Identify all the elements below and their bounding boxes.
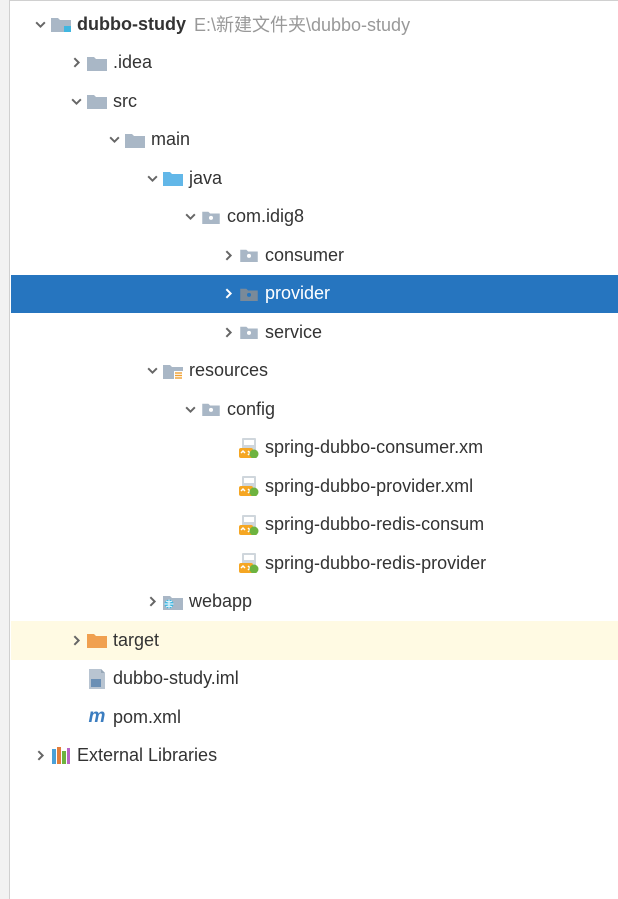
tree-label: spring-dubbo-redis-provider xyxy=(265,553,486,574)
chevron-right-icon[interactable] xyxy=(67,631,85,649)
tree-node-root[interactable]: dubbo-study E:\新建文件夹\dubbo-study xyxy=(11,5,618,44)
spring-config-icon xyxy=(239,515,259,535)
folder-icon xyxy=(87,53,107,73)
libraries-icon xyxy=(51,746,71,766)
chevron-down-icon[interactable] xyxy=(31,15,49,33)
chevron-down-icon[interactable] xyxy=(181,400,199,418)
tree-node-service[interactable]: service xyxy=(11,313,618,352)
tool-window-tabs[interactable] xyxy=(0,0,10,899)
spring-config-icon xyxy=(239,553,259,573)
tree-label: dubbo-study.iml xyxy=(113,668,239,689)
chevron-right-icon[interactable] xyxy=(219,323,237,341)
tree-node-main[interactable]: main xyxy=(11,121,618,160)
maven-pom-icon: m xyxy=(87,707,107,727)
tree-node-target[interactable]: target xyxy=(11,621,618,660)
package-icon xyxy=(239,322,259,342)
tree-label: config xyxy=(227,399,275,420)
tree-label: spring-dubbo-redis-consum xyxy=(265,514,484,535)
chevron-right-icon[interactable] xyxy=(31,747,49,765)
tree-label: .idea xyxy=(113,52,152,73)
chevron-right-icon[interactable] xyxy=(219,285,237,303)
tree-node-xml-file[interactable]: spring-dubbo-consumer.xm xyxy=(11,429,618,468)
chevron-down-icon[interactable] xyxy=(143,362,161,380)
package-icon xyxy=(239,284,259,304)
folder-icon xyxy=(87,91,107,111)
tree-label: External Libraries xyxy=(77,745,217,766)
folder-icon xyxy=(201,399,221,419)
tree-label: dubbo-study xyxy=(77,14,186,35)
chevron-down-icon[interactable] xyxy=(181,208,199,226)
module-file-icon xyxy=(87,669,107,689)
tree-node-external-libraries[interactable]: External Libraries xyxy=(11,737,618,776)
tree-label: resources xyxy=(189,360,268,381)
chevron-down-icon[interactable] xyxy=(67,92,85,110)
tree-label: spring-dubbo-consumer.xm xyxy=(265,437,483,458)
tree-label: src xyxy=(113,91,137,112)
tree-label: pom.xml xyxy=(113,707,181,728)
chevron-right-icon[interactable] xyxy=(219,246,237,264)
module-folder-icon xyxy=(51,14,71,34)
tree-node-xml-file[interactable]: spring-dubbo-redis-provider xyxy=(11,544,618,583)
project-tree: dubbo-study E:\新建文件夹\dubbo-study .idea s… xyxy=(11,1,618,775)
web-folder-icon xyxy=(163,592,183,612)
tree-label: main xyxy=(151,129,190,150)
spring-config-icon xyxy=(239,476,259,496)
tree-label: com.idig8 xyxy=(227,206,304,227)
tree-label: target xyxy=(113,630,159,651)
tree-node-pom-file[interactable]: m pom.xml xyxy=(11,698,618,737)
excluded-folder-icon xyxy=(87,630,107,650)
tree-node-java[interactable]: java xyxy=(11,159,618,198)
tree-node-consumer[interactable]: consumer xyxy=(11,236,618,275)
tree-node-src[interactable]: src xyxy=(11,82,618,121)
tree-label: spring-dubbo-provider.xml xyxy=(265,476,473,497)
chevron-down-icon[interactable] xyxy=(105,131,123,149)
chevron-right-icon[interactable] xyxy=(143,593,161,611)
tree-label: consumer xyxy=(265,245,344,266)
folder-icon xyxy=(125,130,145,150)
package-icon xyxy=(239,245,259,265)
tree-node-iml-file[interactable]: dubbo-study.iml xyxy=(11,660,618,699)
tree-node-provider[interactable]: provider xyxy=(11,275,618,314)
tree-label: provider xyxy=(265,283,330,304)
resources-folder-icon xyxy=(163,361,183,381)
tree-node-config[interactable]: config xyxy=(11,390,618,429)
package-icon xyxy=(201,207,221,227)
tree-node-package[interactable]: com.idig8 xyxy=(11,198,618,237)
spring-config-icon xyxy=(239,438,259,458)
tree-label: service xyxy=(265,322,322,343)
tree-path-hint: E:\新建文件夹\dubbo-study xyxy=(194,11,410,37)
chevron-down-icon[interactable] xyxy=(143,169,161,187)
tree-node-idea[interactable]: .idea xyxy=(11,44,618,83)
tree-node-webapp[interactable]: webapp xyxy=(11,583,618,622)
tree-label: webapp xyxy=(189,591,252,612)
chevron-right-icon[interactable] xyxy=(67,54,85,72)
tree-node-resources[interactable]: resources xyxy=(11,352,618,391)
source-folder-icon xyxy=(163,168,183,188)
tree-node-xml-file[interactable]: spring-dubbo-provider.xml xyxy=(11,467,618,506)
tree-node-xml-file[interactable]: spring-dubbo-redis-consum xyxy=(11,506,618,545)
tree-label: java xyxy=(189,168,222,189)
